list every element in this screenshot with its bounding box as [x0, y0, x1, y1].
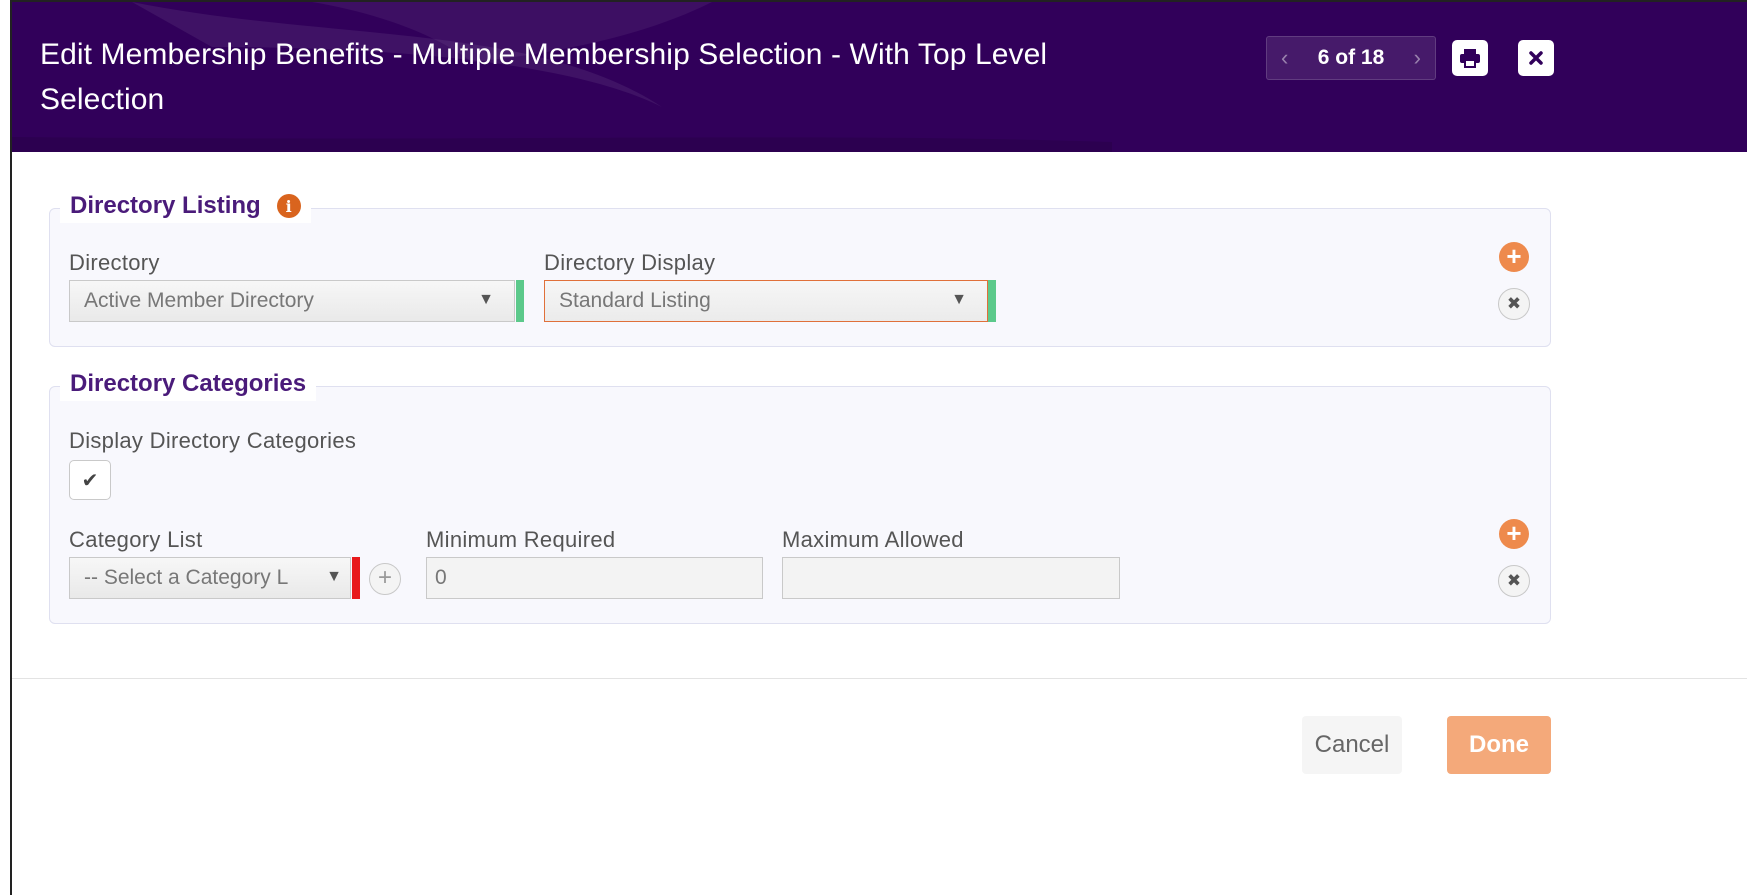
directory-label: Directory	[69, 250, 160, 275]
dropdown-caret-icon: ▼	[326, 568, 342, 585]
print-button[interactable]	[1452, 40, 1488, 76]
directory-categories-heading: Directory Categories	[70, 370, 307, 397]
plus-icon: +	[1506, 241, 1522, 271]
footer-divider	[12, 678, 1747, 679]
directory-select-value: Active Member Directory	[84, 289, 314, 312]
checkmark-icon: ✔	[81, 469, 99, 492]
remove-directory-listing-button[interactable]: ✖	[1498, 288, 1530, 320]
add-category-button[interactable]: +	[1499, 519, 1529, 549]
close-button[interactable]	[1518, 40, 1554, 76]
directory-listing-heading: Directory Listing	[70, 192, 261, 219]
minimum-required-label: Minimum Required	[426, 527, 616, 552]
add-directory-listing-button[interactable]: +	[1499, 242, 1529, 272]
next-record-button[interactable]: ›	[1414, 45, 1421, 71]
directory-select[interactable]: Active Member Directory ▼	[69, 280, 515, 322]
directory-display-select[interactable]: Standard Listing ▼	[544, 280, 988, 322]
display-directory-categories-checkbox[interactable]: ✔	[69, 460, 111, 500]
close-icon: ✖	[1506, 294, 1522, 313]
directory-display-label: Directory Display	[544, 250, 716, 275]
record-pager: ‹ 6 of 18 ›	[1266, 36, 1436, 80]
plus-icon: +	[377, 564, 392, 591]
print-icon	[1460, 49, 1480, 68]
valid-indicator	[988, 280, 996, 322]
record-position: 6 of 18	[1317, 46, 1385, 69]
category-list-label: Category List	[69, 527, 203, 552]
close-icon: ✖	[1506, 571, 1522, 590]
dropdown-caret-icon: ▼	[478, 291, 494, 308]
dialog-title: Edit Membership Benefits - Multiple Memb…	[40, 38, 1048, 116]
plus-icon: +	[1506, 518, 1522, 548]
dropdown-caret-icon: ▼	[951, 291, 967, 308]
valid-indicator	[516, 280, 524, 322]
required-indicator	[352, 557, 360, 599]
directory-listing-section: Directory Listing i	[49, 189, 1551, 347]
previous-record-button[interactable]: ‹	[1281, 45, 1288, 71]
minimum-required-input[interactable]: 0	[426, 557, 763, 599]
directory-listing-legend: Directory Listing i	[60, 189, 311, 223]
remove-category-button[interactable]: ✖	[1498, 565, 1530, 597]
close-icon	[1529, 51, 1543, 65]
maximum-allowed-input[interactable]	[782, 557, 1120, 599]
category-list-select[interactable]: -- Select a Category L ▼	[69, 557, 351, 599]
dialog-header: Edit Membership Benefits - Multiple Memb…	[12, 0, 1747, 152]
info-icon[interactable]: i	[276, 194, 301, 218]
maximum-allowed-label: Maximum Allowed	[782, 527, 964, 552]
add-category-list-button[interactable]: +	[369, 563, 401, 595]
cancel-button[interactable]: Cancel	[1302, 716, 1402, 774]
category-list-select-value: -- Select a Category L	[84, 566, 289, 589]
edit-membership-benefits-dialog: Edit Membership Benefits - Multiple Memb…	[10, 0, 1747, 895]
directory-display-select-value: Standard Listing	[559, 289, 711, 312]
directory-categories-legend: Directory Categories	[60, 367, 317, 401]
display-directory-categories-label: Display Directory Categories	[69, 428, 357, 453]
done-button[interactable]: Done	[1447, 716, 1551, 774]
